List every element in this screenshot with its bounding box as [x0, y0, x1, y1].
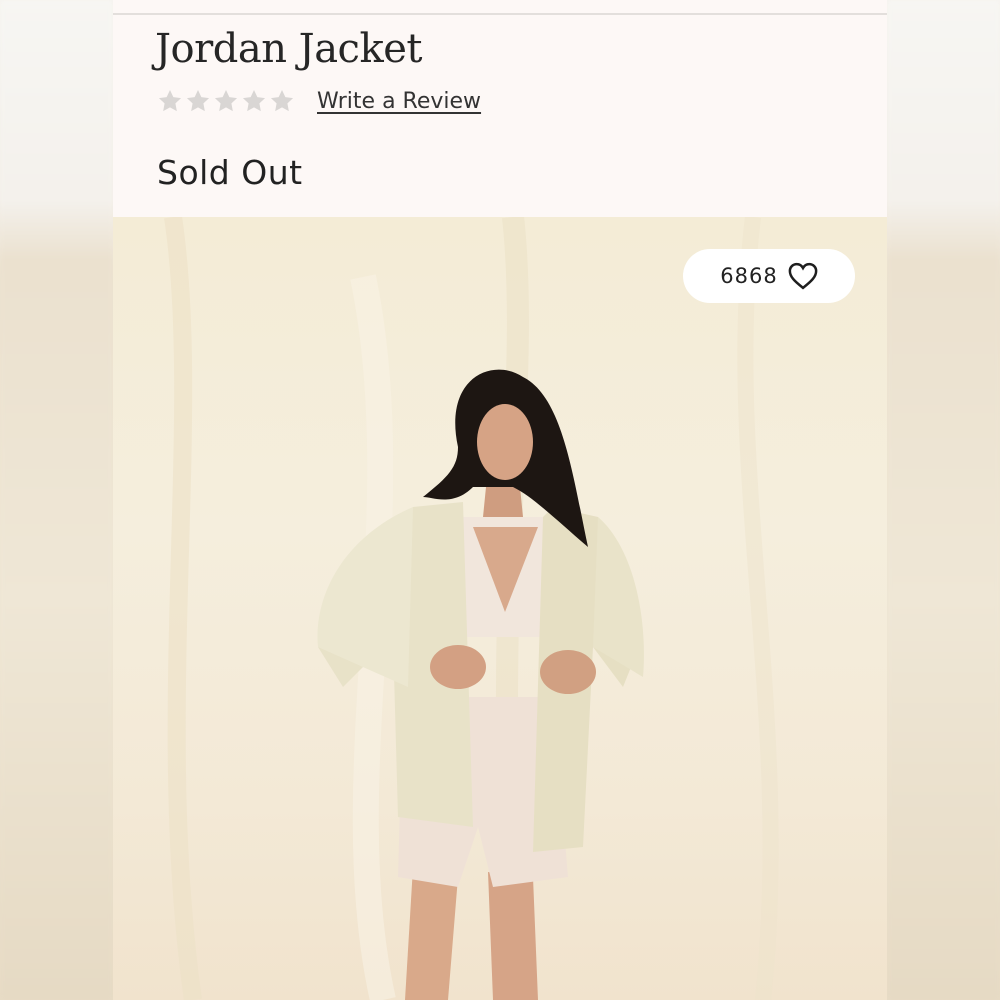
likes-count: 6868: [720, 264, 778, 288]
blurred-background-left: [0, 0, 113, 1000]
star-icon: [213, 88, 239, 114]
product-image[interactable]: 6868: [113, 217, 887, 1000]
product-page: Jordan Jacket Write a Review Sold Out 68…: [113, 0, 887, 1000]
blurred-background-right: [887, 0, 1000, 1000]
model-photo-illustration: [164, 217, 779, 1000]
availability-status: Sold Out: [157, 153, 303, 192]
star-icon: [269, 88, 295, 114]
header-divider: [113, 13, 887, 15]
heart-outline-icon: [788, 262, 818, 290]
star-icon: [241, 88, 267, 114]
product-title: Jordan Jacket: [155, 26, 422, 72]
star-icon: [185, 88, 211, 114]
likes-button[interactable]: 6868: [683, 249, 855, 303]
rating-stars: [157, 88, 295, 114]
write-review-link[interactable]: Write a Review: [317, 89, 481, 114]
star-icon: [157, 88, 183, 114]
